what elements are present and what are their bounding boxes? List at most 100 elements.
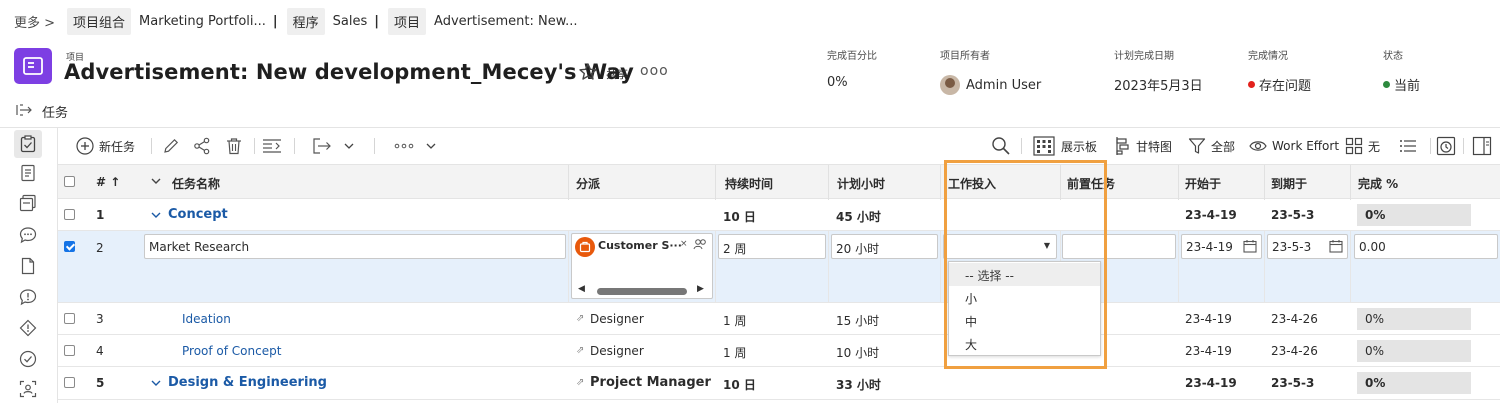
row-checkbox[interactable]: [64, 345, 75, 356]
more-actions-icon[interactable]: [394, 128, 414, 164]
more-options-button[interactable]: ooo: [640, 63, 669, 79]
side-panel-icon[interactable]: [1472, 128, 1492, 164]
task-assignee[interactable]: Designer: [590, 344, 644, 358]
indent-icon[interactable]: [262, 128, 282, 164]
breadcrumb-project-link[interactable]: Advertisement: New...: [434, 14, 578, 29]
task-name-link[interactable]: Ideation: [182, 312, 231, 326]
table-row-editing[interactable]: 2 Market Research Customer S··· × ◀ ▶ 2 …: [58, 231, 1500, 303]
tasks-nav-icon[interactable]: [14, 130, 42, 158]
horizontal-scrollbar[interactable]: [597, 288, 687, 295]
issues-nav-icon[interactable]: [17, 286, 39, 308]
risk-nav-icon[interactable]: [17, 317, 39, 339]
collapse-chevron-icon[interactable]: [150, 209, 162, 224]
start-date-input[interactable]: 23-4-19: [1181, 234, 1262, 259]
filter-button[interactable]: 全部: [1188, 128, 1235, 164]
table-header: # ↑ 任务名称 分派 持续时间 计划小时 工作投入 前置任务 开始于 到期于 …: [58, 164, 1500, 200]
dropdown-option-medium[interactable]: 中: [949, 309, 1100, 332]
timeline-icon[interactable]: [1436, 128, 1456, 164]
task-due-date: 23-4-26: [1271, 344, 1318, 358]
share-button[interactable]: 共享: [606, 66, 628, 82]
people-scan-nav-icon[interactable]: [17, 378, 39, 400]
task-name-link[interactable]: Concept: [168, 207, 228, 222]
breadcrumb-more[interactable]: 更多 >: [14, 12, 55, 31]
calendar-icon[interactable]: [1243, 239, 1257, 256]
task-name-input[interactable]: Market Research: [144, 234, 566, 259]
dropdown-option-small[interactable]: 小: [949, 286, 1100, 309]
add-icon: [76, 137, 94, 155]
table-row[interactable]: 5 Design & Engineering ⇗ Project Manager…: [58, 367, 1500, 400]
meta-value[interactable]: Admin User: [966, 78, 1041, 93]
chevron-down-icon[interactable]: [425, 128, 437, 164]
column-header-start[interactable]: 开始于: [1185, 175, 1221, 192]
gantt-view-button[interactable]: 甘特图: [1114, 128, 1172, 164]
chevron-down-icon[interactable]: [343, 128, 355, 164]
approvals-nav-icon[interactable]: [17, 348, 39, 370]
board-view-button[interactable]: 展示板: [1033, 128, 1097, 164]
file-nav-icon[interactable]: [17, 255, 39, 277]
section-title: 任务: [42, 106, 69, 121]
dropdown-option-large[interactable]: 大: [949, 332, 1100, 355]
grouping-button[interactable]: 无: [1345, 128, 1380, 164]
column-header-name[interactable]: 任务名称: [172, 175, 220, 192]
toolbar-divider: [254, 138, 255, 154]
column-header-assignments[interactable]: 分派: [576, 175, 600, 192]
meta-value[interactable]: 当前: [1394, 75, 1420, 94]
percent-complete-input[interactable]: 0.00: [1354, 234, 1498, 259]
scroll-left-icon[interactable]: ◀: [578, 284, 585, 294]
star-icon[interactable]: [578, 62, 600, 84]
due-date-input[interactable]: 23-5-3: [1267, 234, 1348, 259]
breadcrumb-portfolio-link[interactable]: Marketing Portfoli...: [139, 14, 266, 29]
share-icon[interactable]: [193, 128, 211, 164]
delete-icon[interactable]: [226, 128, 242, 164]
scroll-right-icon[interactable]: ▶: [697, 284, 704, 294]
predecessors-input[interactable]: [1062, 234, 1176, 259]
row-checkbox[interactable]: [64, 377, 75, 388]
column-header-due[interactable]: 到期于: [1271, 175, 1307, 192]
new-task-button[interactable]: 新任务: [76, 128, 135, 164]
column-header-percent-complete[interactable]: 完成 %: [1358, 175, 1398, 192]
team-icon[interactable]: [693, 238, 707, 254]
duration-input[interactable]: 2 周: [718, 234, 826, 259]
collapse-chevron-icon[interactable]: [150, 377, 162, 392]
collapse-all-chevron-icon[interactable]: [150, 175, 162, 190]
select-all-checkbox[interactable]: [64, 176, 75, 187]
meta-value[interactable]: 存在问题: [1259, 75, 1311, 94]
search-icon[interactable]: [991, 128, 1011, 164]
task-assignee[interactable]: Project Manager: [590, 375, 711, 390]
column-header-number[interactable]: # ↑: [96, 175, 120, 189]
remove-assignee-icon[interactable]: ×: [680, 239, 688, 249]
row-checkbox[interactable]: [64, 313, 75, 324]
table-row[interactable]: 3 Ideation ⇗ Designer 1 周 15 小时 23-4-19 …: [58, 303, 1500, 335]
row-number: 5: [96, 376, 105, 390]
planned-hours-input[interactable]: 20 小时: [831, 234, 938, 259]
board-icon: [1033, 136, 1055, 156]
row-checkbox-checked[interactable]: [64, 241, 75, 252]
dropdown-option-select[interactable]: -- 选择 --: [949, 263, 1100, 286]
breadcrumb-program-link[interactable]: Sales: [333, 14, 368, 29]
column-header-predecessors[interactable]: 前置任务: [1067, 175, 1115, 192]
edit-icon[interactable]: [162, 128, 180, 164]
collapse-panel-icon[interactable]: [16, 103, 34, 121]
list-settings-icon[interactable]: [1399, 128, 1417, 164]
move-icon[interactable]: [312, 128, 332, 164]
calendar-icon[interactable]: [1329, 239, 1343, 256]
column-divider: [715, 165, 716, 200]
pin-icon: ⇗: [576, 377, 585, 388]
column-header-duration[interactable]: 持续时间: [725, 175, 773, 192]
assignment-editor[interactable]: Customer S··· × ◀ ▶: [571, 233, 713, 299]
task-assignee[interactable]: Designer: [590, 312, 644, 326]
work-effort-select[interactable]: ▼: [943, 234, 1057, 259]
document-nav-icon[interactable]: [17, 162, 39, 184]
column-header-planned-hours[interactable]: 计划小时: [837, 175, 885, 192]
view-selector-button[interactable]: Work Effort: [1249, 128, 1339, 164]
gantt-icon: [1116, 137, 1129, 155]
task-name-link[interactable]: Design & Engineering: [168, 375, 327, 390]
column-header-work-effort[interactable]: 工作投入: [948, 175, 996, 192]
row-checkbox[interactable]: [64, 209, 75, 220]
table-row[interactable]: 1 Concept 10 日 45 小时 23-4-19 23-5-3 0%: [58, 199, 1500, 231]
task-planned-hours: 33 小时: [836, 378, 881, 392]
updates-nav-icon[interactable]: [17, 224, 39, 246]
task-name-link[interactable]: Proof of Concept: [182, 344, 281, 358]
documents-stack-nav-icon[interactable]: [17, 192, 39, 214]
table-row[interactable]: 4 Proof of Concept ⇗ Designer 1 周 10 小时 …: [58, 335, 1500, 367]
